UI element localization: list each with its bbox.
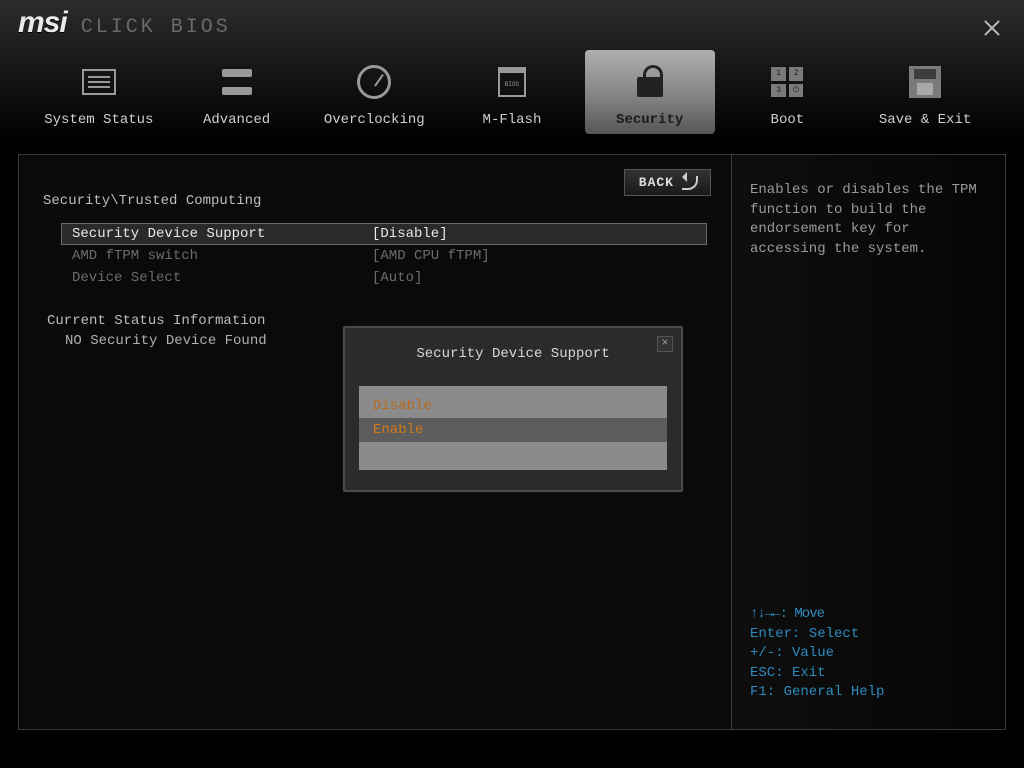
back-button[interactable]: BACK (624, 169, 711, 196)
setting-key: Device Select (72, 270, 372, 286)
setting-key: Security Device Support (72, 226, 372, 242)
undo-icon (682, 176, 698, 190)
setting-value: [Disable] (372, 226, 448, 242)
gauge-icon (350, 58, 398, 106)
tab-label: Overclocking (324, 112, 425, 128)
tab-label: Boot (771, 112, 805, 128)
popup-close-icon[interactable]: × (657, 336, 673, 352)
popup-option-enable[interactable]: Enable (359, 418, 667, 442)
tab-label: System Status (44, 112, 153, 128)
header-bar: msi CLICK BIOS System Status Advanced Ov… (0, 0, 1024, 140)
setting-security-device-support[interactable]: Security Device Support [Disable] (61, 223, 707, 245)
chip-icon (488, 58, 536, 106)
settings-list: Security Device Support [Disable] AMD fT… (61, 223, 707, 289)
tab-label: M-Flash (483, 112, 542, 128)
tab-system-status[interactable]: System Status (34, 50, 164, 134)
popup-option-list: Disable Enable (359, 386, 667, 470)
tab-security[interactable]: Security (585, 50, 715, 134)
tab-overclocking[interactable]: Overclocking (309, 50, 439, 134)
tab-label: Security (616, 112, 683, 128)
breadcrumb: Security\Trusted Computing (43, 193, 707, 209)
setting-value: [Auto] (372, 270, 422, 286)
option-popup: Security Device Support × Disable Enable (343, 326, 683, 492)
help-key-select: Enter: Select (750, 625, 987, 645)
brand: msi CLICK BIOS (18, 6, 231, 40)
brand-logo: msi (18, 6, 67, 40)
popup-title: Security Device Support (416, 346, 609, 362)
popup-title-bar: Security Device Support × (345, 328, 681, 380)
monitor-icon (75, 58, 123, 106)
help-key-help: F1: General Help (750, 683, 987, 703)
help-pane: Enables or disables the TPM function to … (731, 155, 1005, 729)
brand-subtitle: CLICK BIOS (81, 16, 231, 39)
main-tabs: System Status Advanced Overclocking M-Fl… (0, 50, 1024, 140)
keypad-icon: 123⏻ (763, 58, 811, 106)
help-keys: ↑↓→←: Move Enter: Select +/-: Value ESC:… (750, 605, 987, 703)
close-icon[interactable] (978, 14, 1006, 42)
tab-mflash[interactable]: M-Flash (447, 50, 577, 134)
help-key-move: ↑↓→←: Move (750, 605, 987, 625)
back-label: BACK (639, 175, 674, 190)
setting-key: AMD fTPM switch (72, 248, 372, 264)
help-description: Enables or disables the TPM function to … (750, 181, 987, 259)
help-key-exit: ESC: Exit (750, 664, 987, 684)
setting-device-select[interactable]: Device Select [Auto] (61, 267, 707, 289)
tab-advanced[interactable]: Advanced (172, 50, 302, 134)
help-key-value: +/-: Value (750, 644, 987, 664)
tab-boot[interactable]: 123⏻ Boot (722, 50, 852, 134)
setting-amd-ftpm-switch[interactable]: AMD fTPM switch [AMD CPU fTPM] (61, 245, 707, 267)
tab-label: Save & Exit (879, 112, 971, 128)
sliders-icon (213, 58, 261, 106)
lock-icon (626, 58, 674, 106)
tab-label: Advanced (203, 112, 270, 128)
floppy-icon (901, 58, 949, 106)
popup-option-disable[interactable]: Disable (359, 394, 667, 418)
tab-save-exit[interactable]: Save & Exit (860, 50, 990, 134)
setting-value: [AMD CPU fTPM] (372, 248, 490, 264)
